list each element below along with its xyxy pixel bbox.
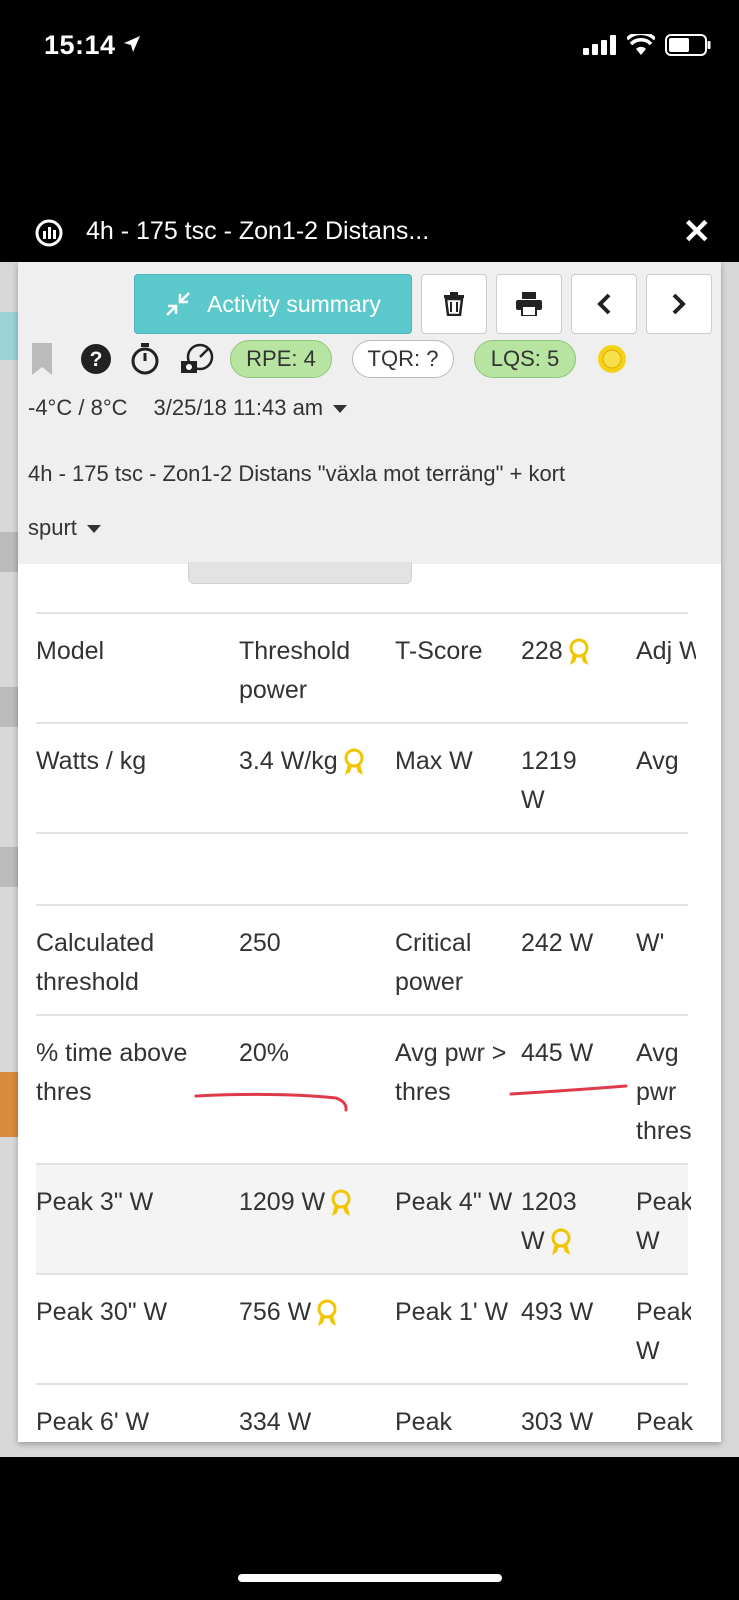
battery-icon	[665, 34, 711, 56]
table-row: Model Threshold power T-Score 228 Adj W	[36, 612, 696, 722]
stat-value: 3.4 W/kg	[239, 742, 414, 781]
print-icon	[516, 292, 542, 316]
status-bar: 15:14	[0, 0, 739, 95]
toolbar: Activity summary	[134, 274, 712, 334]
location-arrow-icon	[124, 36, 140, 52]
close-button[interactable]: ✕	[683, 215, 712, 249]
award-icon	[331, 1189, 351, 1217]
stat-label: Peak W	[636, 1188, 691, 1255]
activity-panel: Activity summary ? RPE: 4 TQR: ? LQS: 5 …	[18, 262, 721, 1442]
stats-table: Model Threshold power T-Score 228 Adj W …	[36, 612, 696, 1442]
activity-summary-label: Activity summary	[207, 290, 381, 317]
help-icon[interactable]: ?	[80, 343, 112, 375]
activity-icon	[35, 219, 63, 247]
award-icon	[317, 1299, 337, 1327]
stat-label: Watts / kg	[36, 747, 147, 775]
power-meter-icon[interactable]	[180, 343, 214, 375]
chevron-right-icon	[672, 293, 686, 315]
award-icon	[569, 638, 589, 666]
stat-label: W'	[636, 929, 665, 957]
temperature-range: -4°C / 8°C	[28, 395, 128, 420]
caret-down-icon	[86, 525, 101, 534]
stat-value: 493 W	[521, 1298, 594, 1326]
activity-description[interactable]: 4h - 175 tsc - Zon1-2 Distans "växla mot…	[28, 447, 668, 555]
collapse-handle[interactable]	[188, 562, 412, 584]
panel-header: Activity summary ? RPE: 4 TQR: ? LQS: 5 …	[18, 262, 721, 564]
activity-meta: -4°C / 8°C 3/25/18 11:43 am	[28, 395, 348, 421]
stat-label: Model	[36, 637, 105, 665]
bookmark-icon[interactable]	[30, 343, 54, 375]
stat-label: Max W	[395, 747, 473, 775]
background-row	[0, 532, 18, 572]
stat-label: Peak 1' W	[395, 1298, 509, 1326]
stat-value: 242 W	[521, 929, 594, 957]
svg-text:?: ?	[90, 348, 103, 371]
background-row	[0, 312, 18, 360]
stat-label: T-Score	[395, 637, 483, 665]
table-row: Calculated threshold 250 Critical power …	[36, 904, 688, 1014]
stat-label: Calculated threshold	[36, 929, 155, 996]
modal-title: 4h - 175 tsc - Zon1-2 Distans...	[86, 217, 430, 245]
stat-value: 756 W	[239, 1293, 394, 1332]
stat-label: Critical power	[395, 929, 472, 996]
delete-button[interactable]	[421, 274, 487, 334]
home-indicator[interactable]	[238, 1574, 502, 1582]
background-row	[0, 1072, 18, 1137]
collapse-icon	[166, 292, 190, 316]
activity-summary-button[interactable]: Activity summary	[134, 274, 412, 334]
rpe-badge[interactable]: RPE: 4	[230, 340, 332, 378]
signal-icon	[583, 35, 616, 55]
table-row: Peak 30" W 756 W Peak 1' W 493 W Peak W	[36, 1273, 691, 1383]
chevron-left-icon	[597, 293, 611, 315]
stat-label: Peak 3" W	[36, 1188, 154, 1216]
previous-button[interactable]	[571, 274, 637, 334]
table-row: Peak 6' W 334 W Peak 303 W Peak	[36, 1383, 693, 1442]
table-row: Peak 3" W 1209 W Peak 4" W 1203 W Peak W	[36, 1163, 691, 1273]
stat-label: Peak	[636, 1408, 693, 1436]
next-button[interactable]	[646, 274, 712, 334]
activity-icon-row: ? RPE: 4 TQR: ? LQS: 5	[30, 340, 628, 378]
stat-value: 303 W	[521, 1408, 594, 1436]
print-button[interactable]	[496, 274, 562, 334]
table-row: Watts / kg 3.4 W/kg Max W 1219 W Avg	[36, 722, 688, 832]
stat-label: Peak 6' W	[36, 1408, 150, 1436]
wifi-icon	[627, 34, 655, 55]
stat-label: Avg	[636, 747, 679, 775]
stopwatch-icon[interactable]	[130, 342, 160, 376]
stat-value: 1209 W	[239, 1183, 394, 1222]
modal-title-bar: 4h - 175 tsc - Zon1-2 Distans... ✕	[0, 205, 739, 260]
background-row	[0, 847, 18, 887]
trash-icon	[444, 292, 464, 316]
caret-down-icon	[333, 405, 348, 414]
stat-label: Peak 4" W	[395, 1188, 513, 1216]
stat-value: 334 W	[239, 1408, 312, 1436]
status-time: 15:14	[44, 30, 116, 60]
stat-label: Peak 30" W	[36, 1298, 168, 1326]
stat-value: 228	[521, 632, 631, 671]
award-icon	[344, 748, 364, 776]
stat-label: Peak W	[636, 1298, 691, 1365]
lqs-badge[interactable]: LQS: 5	[474, 340, 576, 378]
sun-icon	[598, 345, 626, 373]
stat-label: Adj W	[636, 637, 696, 665]
stat-value: 250	[239, 929, 281, 957]
background-row	[0, 687, 18, 727]
table-row-empty	[36, 832, 688, 904]
stat-value: 1219 W	[521, 747, 577, 814]
stat-label: Peak	[395, 1408, 452, 1436]
handwritten-underlines	[194, 1084, 628, 1112]
stat-value: 1203 W	[521, 1188, 577, 1256]
description-line: 4h - 175 tsc - Zon1-2 Distans "växla mot…	[28, 461, 566, 486]
stat-value: Threshold power	[239, 637, 351, 704]
activity-datetime[interactable]: 3/25/18 11:43 am	[154, 395, 348, 421]
description-line-2: spurt	[28, 501, 668, 555]
tqr-badge[interactable]: TQR: ?	[352, 340, 454, 378]
table-row: % time above thres 20% Avg pwr > thres 4…	[36, 1014, 691, 1163]
award-icon	[551, 1228, 571, 1256]
